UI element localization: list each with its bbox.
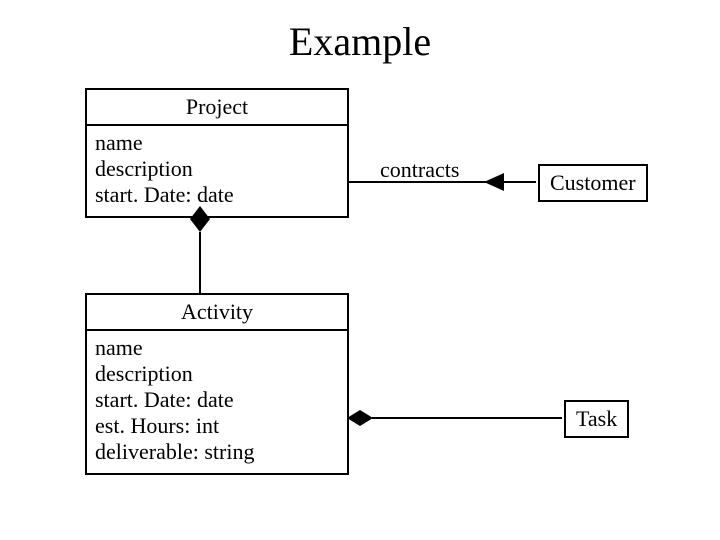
attr: deliverable: string — [95, 439, 339, 465]
attr: description — [95, 361, 339, 387]
class-task: Task — [564, 400, 629, 438]
attr: start. Date: date — [95, 387, 339, 413]
diagram-title: Example — [0, 18, 720, 65]
attr: description — [95, 156, 339, 182]
class-customer: Customer — [538, 164, 648, 202]
class-activity-attrs: name description start. Date: date est. … — [87, 331, 347, 473]
attr: est. Hours: int — [95, 413, 339, 439]
attr: name — [95, 130, 339, 156]
class-project-attrs: name description start. Date: date — [87, 126, 347, 216]
attr: start. Date: date — [95, 182, 339, 208]
class-project-name: Project — [87, 90, 347, 124]
class-activity: Activity name description start. Date: d… — [85, 293, 349, 475]
class-project: Project name description start. Date: da… — [85, 88, 349, 218]
association-contracts-label: contracts — [380, 157, 459, 183]
attr: name — [95, 335, 339, 361]
class-activity-name: Activity — [87, 295, 347, 329]
uml-diagram: Example Project name description start. … — [0, 0, 720, 540]
